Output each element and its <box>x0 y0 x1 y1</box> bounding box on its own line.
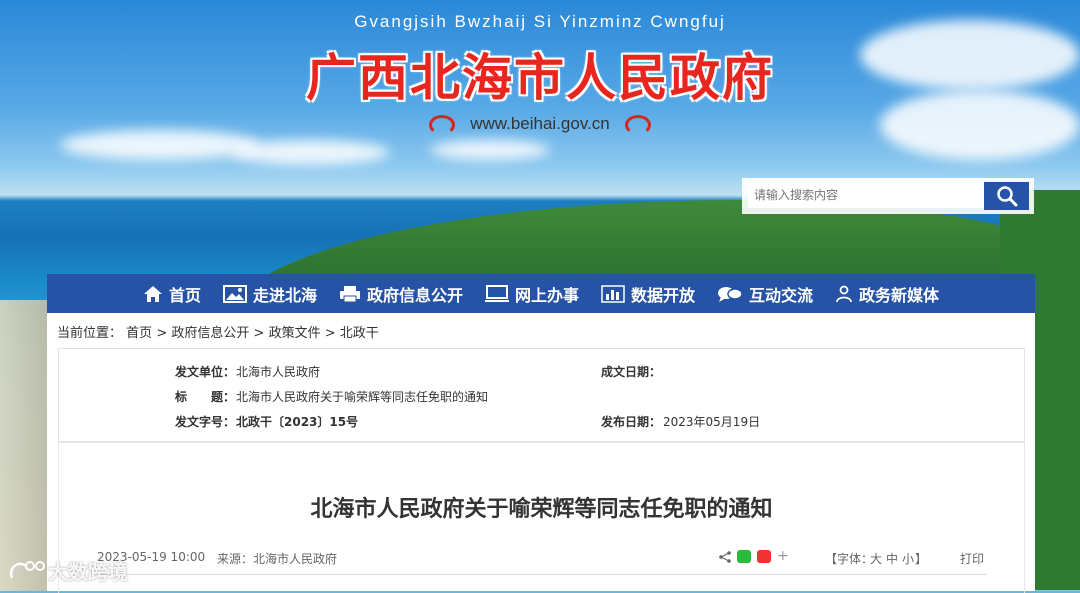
wave-logo-icon <box>429 114 456 135</box>
publish-date-label: 发布日期： <box>601 415 662 429</box>
issuer-label: 发文单位： <box>175 365 236 379</box>
breadcrumb-separator: > <box>324 326 336 341</box>
nav-label: 政府信息公开 <box>366 285 463 305</box>
site-url-text: www.beihai.gov.cn <box>470 114 610 133</box>
nav-interaction[interactable]: 互动交流 <box>717 282 813 306</box>
font-large-button[interactable]: 大 <box>870 550 882 567</box>
source-label: 来源： <box>217 552 254 566</box>
print-button[interactable]: 打印 <box>960 550 984 567</box>
font-size-bracket-open: 【字体： <box>825 552 874 566</box>
breadcrumb-item[interactable]: 政策文件 <box>269 326 321 341</box>
weibo-share-icon[interactable] <box>757 550 771 563</box>
nav-label: 走进北海 <box>252 285 317 305</box>
breadcrumb-item[interactable]: 首页 <box>126 326 152 341</box>
nav-label: 数据开放 <box>631 285 696 305</box>
nav-home[interactable]: 首页 <box>143 282 201 306</box>
subject-label: 标 题： <box>175 390 236 404</box>
search-box <box>742 178 1034 214</box>
site-title: 广西北海市人民政府 <box>306 49 774 107</box>
article-body: 北海市人民政府关于喻荣辉等同志任免职的通知 2023-05-19 10:00 来… <box>58 442 1025 593</box>
monitor-icon <box>484 284 509 302</box>
date-written-label: 成文日期： <box>601 365 662 379</box>
breadcrumb-item[interactable]: 政府信息公开 <box>171 326 249 341</box>
divider <box>97 574 987 575</box>
nav-open-data[interactable]: 数据开放 <box>601 282 695 306</box>
picture-icon <box>222 284 247 303</box>
watermark-logo-icon <box>9 560 45 578</box>
doc-number-value: 北政干〔2023〕15号 <box>236 415 359 429</box>
issuer-value: 北海市人民政府 <box>236 365 321 379</box>
breadcrumb: 当前位置： 首页 > 政府信息公开 > 政策文件 > 北政干 <box>57 322 379 341</box>
nav-gov-info-disclosure[interactable]: 政府信息公开 <box>339 282 463 306</box>
nav-label: 互动交流 <box>749 285 814 305</box>
font-medium-button[interactable]: 中 <box>886 550 898 567</box>
nav-about-beihai[interactable]: 走进北海 <box>222 282 317 306</box>
nav-label: 政务新媒体 <box>859 285 940 305</box>
publish-date-value: 2023年05月19日 <box>663 415 761 429</box>
watermark-text: 大数跨境 <box>48 560 128 584</box>
search-input[interactable] <box>748 182 992 208</box>
search-button[interactable] <box>984 182 1029 210</box>
search-icon <box>996 186 1017 207</box>
nav-online-services[interactable]: 网上办事 <box>484 282 579 306</box>
font-small-button[interactable]: 小 <box>902 550 914 567</box>
main-nav: 首页 走进北海 政府信息公开 网上办事 数据开放 互动交流 政务新媒体 <box>47 274 1035 313</box>
site-title-pinyin: Gvangjsih Bwzhaij Si Yinzminz Cwngfuj <box>354 12 726 31</box>
breadcrumb-separator: > <box>156 326 168 341</box>
share-icon[interactable] <box>719 551 731 563</box>
document-meta-table: 发文单位： 北海市人民政府 成文日期： 标 题： 北海市人民政府关于喻荣辉等同志… <box>58 348 1025 443</box>
breadcrumb-prefix: 当前位置： <box>57 326 123 341</box>
bar-chart-icon <box>601 284 625 303</box>
main-content: 当前位置： 首页 > 政府信息公开 > 政策文件 > 北政干 发文单位： 北海市… <box>47 313 1035 593</box>
source-value: 北海市人民政府 <box>253 552 338 566</box>
subject-value: 北海市人民政府关于喻荣辉等同志任免职的通知 <box>236 390 489 404</box>
font-size-bracket-close: 】 <box>915 552 928 566</box>
wave-logo-icon <box>624 114 651 135</box>
nav-new-media[interactable]: 政务新媒体 <box>835 282 939 306</box>
watermark: 大数跨境 <box>8 556 128 585</box>
nav-label: 首页 <box>168 285 201 305</box>
site-url: www.beihai.gov.cn <box>0 114 1080 135</box>
chat-icon <box>718 286 743 302</box>
breadcrumb-item[interactable]: 北政干 <box>340 326 379 341</box>
article-title: 北海市人民政府关于喻荣辉等同志任免职的通知 <box>310 497 773 522</box>
printer-icon <box>339 285 360 302</box>
cloud <box>430 140 550 160</box>
breadcrumb-separator: > <box>253 326 265 341</box>
doc-number-label: 发文字号： <box>175 415 236 429</box>
cloud <box>230 140 390 165</box>
wechat-share-icon[interactable] <box>737 550 751 563</box>
home-icon <box>143 285 162 302</box>
nav-label: 网上办事 <box>514 285 579 305</box>
user-icon <box>836 285 852 302</box>
more-share-icon[interactable]: + <box>777 548 789 564</box>
